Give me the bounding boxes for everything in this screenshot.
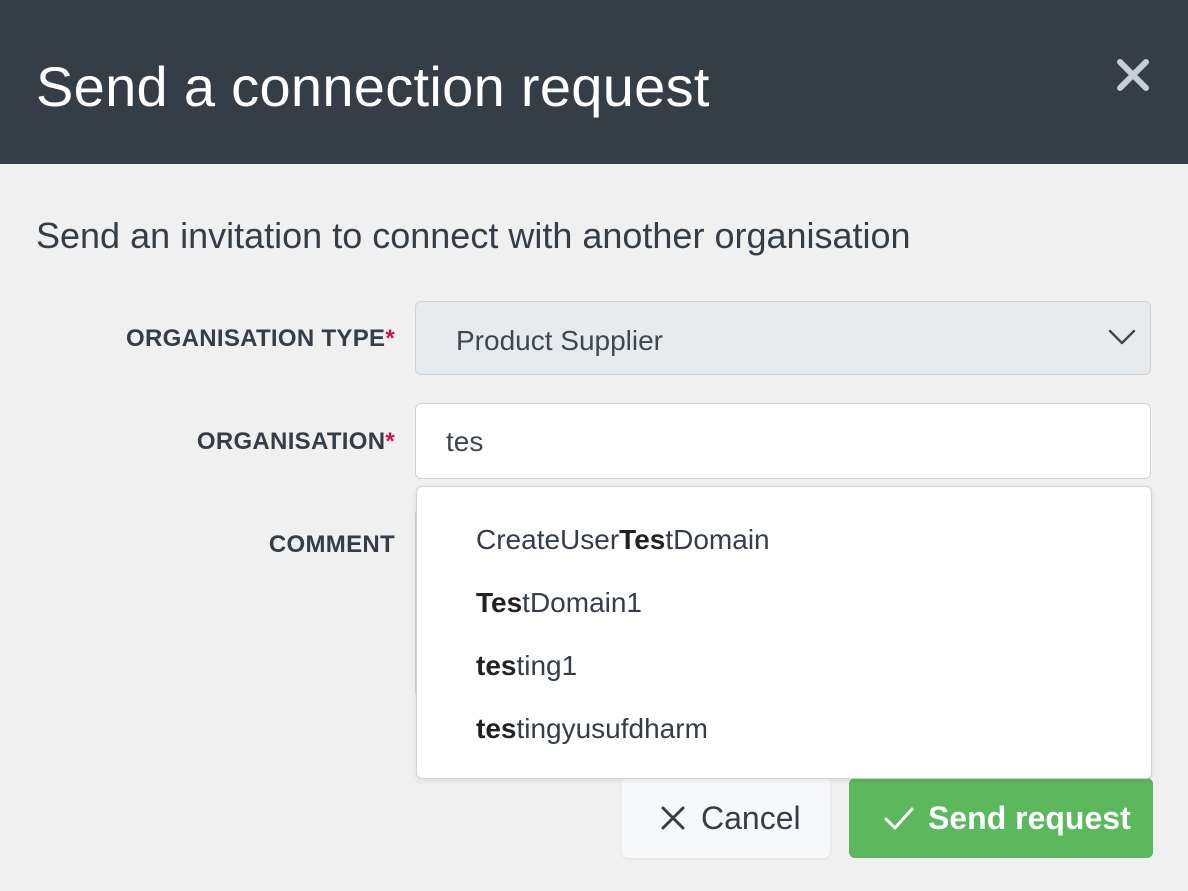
item-suffix: tDomain (665, 524, 770, 555)
autocomplete-item[interactable]: testingyusufdharm (476, 712, 708, 746)
required-marker: * (385, 428, 395, 455)
close-button[interactable] (1112, 54, 1154, 96)
required-marker: * (385, 325, 395, 352)
organisation-type-label: ORGANISATION TYPE* (126, 324, 395, 354)
autocomplete-item[interactable]: TestDomain1 (476, 586, 642, 620)
autocomplete-item[interactable]: CreateUserTestDomain (476, 523, 770, 557)
close-icon (1117, 59, 1149, 91)
item-match: Tes (476, 587, 523, 618)
cancel-button[interactable]: Cancel (622, 778, 830, 858)
item-suffix: tingyusufdharm (516, 713, 708, 744)
organisation-autocomplete-list: CreateUserTestDomain TestDomain1 testing… (416, 486, 1152, 779)
organisation-label: ORGANISATION* (197, 427, 395, 457)
organisation-type-value: Product Supplier (456, 325, 664, 356)
modal-header: Send a connection request (0, 0, 1188, 164)
item-match: tes (476, 650, 517, 681)
organisation-type-label-text: ORGANISATION TYPE (126, 325, 386, 352)
item-suffix: tDomain1 (522, 587, 643, 618)
modal-title: Send a connection request (36, 55, 710, 118)
send-request-button[interactable]: Send request (849, 778, 1153, 858)
comment-label: COMMENT (268, 531, 395, 558)
cancel-label: Cancel (701, 800, 801, 836)
check-icon (884, 807, 914, 830)
send-request-label: Send request (928, 800, 1131, 836)
autocomplete-item[interactable]: testing1 (476, 649, 577, 683)
modal-subtitle: Send an invitation to connect with anoth… (36, 215, 911, 256)
item-suffix: ting1 (516, 650, 578, 681)
organisation-label-text: ORGANISATION (196, 428, 386, 455)
item-match: tes (476, 713, 517, 744)
organisation-input[interactable] (446, 422, 1126, 462)
close-icon (661, 806, 685, 830)
item-prefix: CreateUser (476, 524, 620, 555)
organisation-field[interactable] (415, 403, 1151, 479)
item-match: Tes (619, 524, 666, 555)
connection-request-modal: Send a connection request Send an invita… (0, 0, 1188, 891)
chevron-down-icon (1108, 329, 1136, 345)
organisation-type-select[interactable]: Product Supplier (415, 301, 1151, 375)
